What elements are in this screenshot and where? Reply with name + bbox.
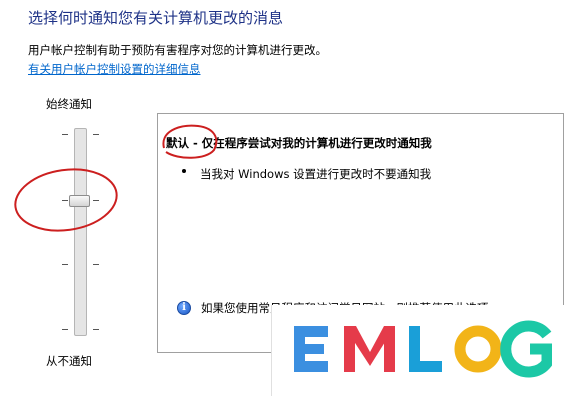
emlog-logo [294,320,552,378]
watermark-logo [271,305,564,396]
slider-tick [62,200,68,201]
bullet-dot [182,169,186,173]
uac-help-link[interactable]: 有关用户帐户控制设置的详细信息 [28,61,201,77]
slider-tick [93,200,99,201]
slider-tick [93,264,99,265]
page-description: 用户帐户控制有助于预防有害程序对您的计算机进行更改。 [28,43,327,57]
setting-bullet-text: 当我对 Windows 设置进行更改时不要通知我 [200,167,432,181]
slider-tick [62,264,68,265]
slider-tick [62,134,68,135]
info-icon: i [177,301,191,315]
slider-tick [62,329,68,330]
slider-bottom-label: 从不通知 [46,354,92,368]
setting-title: 默认 - 仅在程序尝试对我的计算机进行更改时通知我 [166,136,432,150]
slider-tick [93,134,99,135]
slider-tick [93,329,99,330]
slider-track[interactable] [74,128,87,336]
slider-thumb[interactable] [69,195,90,207]
page-title: 选择何时通知您有关计算机更改的消息 [28,9,284,27]
slider-top-label: 始终通知 [46,97,92,111]
